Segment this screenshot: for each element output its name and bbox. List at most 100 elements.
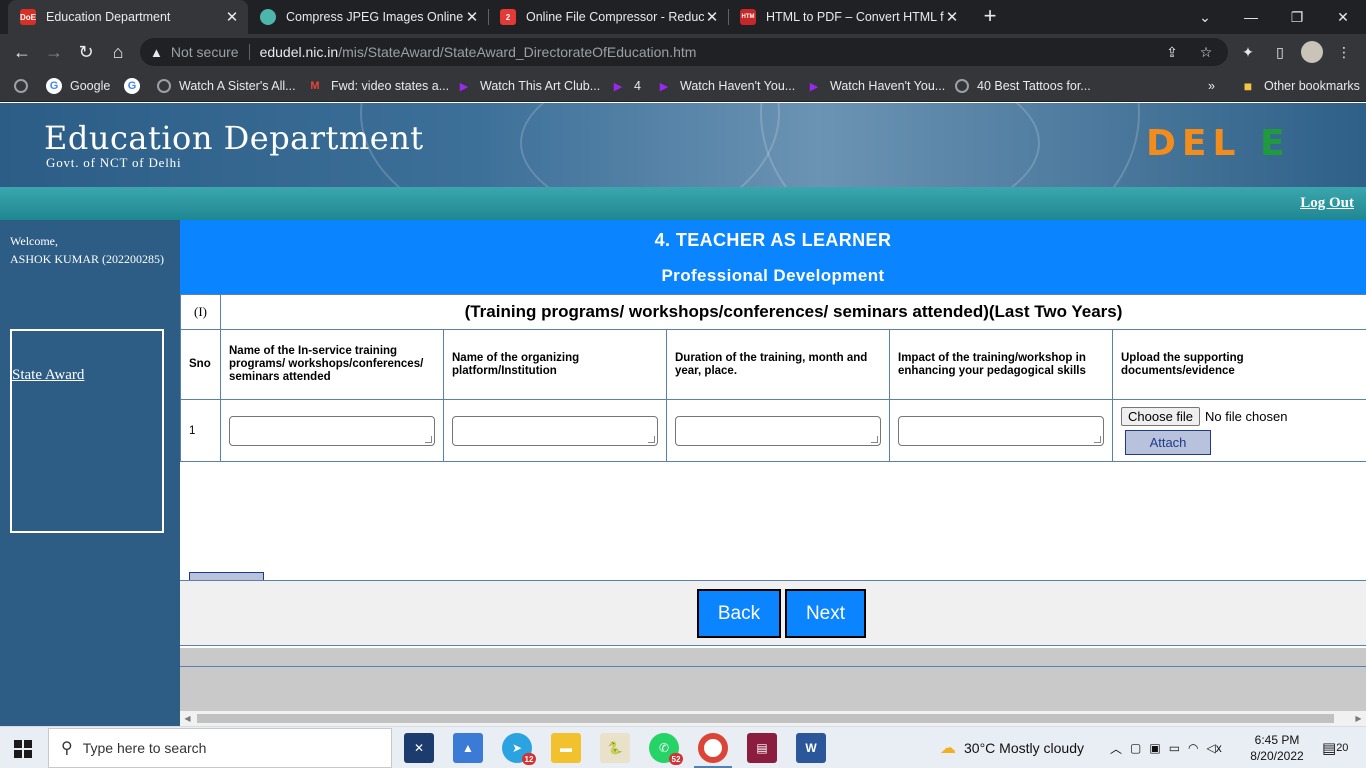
choose-file-button[interactable]: Choose file [1121, 406, 1201, 426]
notification-count: 20 [1336, 742, 1349, 754]
table-row: 1 Choose file No file chosen Attach [180, 399, 1366, 462]
site-title: Education Department [44, 119, 424, 157]
cell-training [220, 399, 444, 462]
bookmark-google[interactable]: G Google [46, 77, 110, 95]
impact-textarea[interactable] [898, 415, 1104, 446]
close-tab-icon[interactable]: ✕ [704, 8, 720, 26]
weather-widget[interactable]: ☁ 30°C Mostly cloudy [940, 727, 1084, 768]
attach-button[interactable]: Attach [1125, 429, 1211, 455]
bookmark-google-2[interactable]: G [124, 77, 148, 95]
cell-duration [666, 399, 890, 462]
bookmark-havent-you-1[interactable]: ▶ Watch Haven't You... [656, 77, 795, 95]
browser-tab-strip: DoE Education Department ✕ Compress JPEG… [0, 0, 1366, 34]
wifi-icon[interactable]: ◠ [1188, 741, 1198, 755]
scroll-right-arrow-icon[interactable]: ▶ [1351, 711, 1366, 726]
close-window-icon[interactable]: ✕ [1320, 0, 1366, 34]
bookmark-fwd-video[interactable]: M Fwd: video states a... [307, 77, 449, 95]
forward-arrow-icon[interactable]: → [42, 40, 66, 64]
clock[interactable]: 6:45 PM 8/20/2022 [1248, 732, 1306, 764]
home-icon[interactable]: ⌂ [106, 40, 130, 64]
chrome-menu-icon[interactable]: ⋮ [1332, 40, 1356, 64]
tab-title: HTML to PDF – Convert HTML fil [766, 10, 944, 24]
institution-textarea[interactable] [452, 415, 658, 446]
tab-title: Online File Compressor - Reduce [526, 10, 704, 24]
navigation-area: Back Next [180, 580, 1366, 646]
chrome-app-icon[interactable] [698, 733, 728, 763]
bookmark-tattoos[interactable]: 40 Best Tattoos for... [955, 77, 1091, 95]
reload-icon[interactable]: ↻ [74, 40, 98, 64]
back-button[interactable]: Back [697, 589, 781, 638]
tab-online-file-compressor[interactable]: 2 Online File Compressor - Reduce ✕ [488, 0, 728, 34]
bookmark-label: Fwd: video states a... [331, 79, 450, 93]
roman-numeral: (I) [180, 294, 221, 330]
side-panel-icon[interactable]: ▯ [1268, 40, 1292, 64]
close-tab-icon[interactable]: ✕ [464, 8, 480, 26]
minimize-icon[interactable]: — [1228, 0, 1274, 34]
bookmark-star-icon[interactable]: ☆ [1194, 38, 1218, 66]
python-app-icon[interactable]: 🐍 [600, 733, 630, 763]
taskbar-search[interactable]: ⚲ Type here to search [48, 728, 392, 768]
globe-icon [955, 79, 969, 93]
winrar-app-icon[interactable]: ▤ [747, 733, 777, 763]
meet-now-icon[interactable]: ▢ [1130, 741, 1141, 755]
profile-avatar[interactable] [1300, 40, 1324, 64]
logout-link[interactable]: Log Out [1300, 195, 1354, 212]
tab-html-to-pdf[interactable]: HTM HTML to PDF – Convert HTML fil ✕ [728, 0, 968, 34]
bookmark-4[interactable]: ▶ 4 [610, 77, 641, 95]
scroll-left-arrow-icon[interactable]: ◀ [180, 711, 195, 726]
compress-favicon-icon [260, 9, 276, 25]
telegram-app-icon[interactable]: ➤ 12 [502, 733, 536, 765]
divider [180, 666, 1366, 667]
duration-textarea[interactable] [675, 415, 881, 446]
volume-muted-icon[interactable]: ◁x [1207, 741, 1222, 755]
training-name-textarea[interactable] [229, 415, 435, 446]
extensions-puzzle-icon[interactable]: ✦ [1236, 40, 1260, 64]
horizontal-scrollbar[interactable]: ◀ ▶ [180, 711, 1366, 726]
restore-icon[interactable]: ❐ [1274, 0, 1320, 34]
close-tab-icon[interactable]: ✕ [944, 8, 960, 26]
security-status[interactable]: Not secure [171, 44, 239, 60]
photos-app-icon[interactable]: ▲ [453, 733, 483, 763]
column-header-training: Name of the In-service training programs… [220, 329, 444, 400]
folder-icon: ■ [1243, 78, 1253, 94]
tab-search-chevron-icon[interactable]: ⌄ [1182, 0, 1228, 34]
scrollbar-thumb[interactable] [197, 714, 1334, 723]
more-bookmarks-chevron[interactable]: » [1208, 77, 1215, 95]
sidebar: Welcome, ASHOK KUMAR (202200285) State A… [0, 220, 180, 726]
tab-compress-jpeg[interactable]: Compress JPEG Images Online ✕ [248, 0, 488, 34]
back-arrow-icon[interactable]: ← [10, 40, 34, 64]
show-hidden-icons-chevron-icon[interactable]: ︿ [1110, 740, 1122, 757]
other-bookmarks[interactable]: ■ Other bookmarks [1240, 77, 1360, 95]
notification-center[interactable]: ▤ 20 [1322, 727, 1348, 768]
bookmark-item[interactable] [14, 77, 36, 95]
notification-badge: 12 [522, 753, 536, 765]
close-tab-icon[interactable]: ✕ [224, 8, 240, 26]
tab-education-department[interactable]: DoE Education Department ✕ [8, 0, 248, 34]
file-input: Choose file No file chosen [1121, 406, 1358, 426]
address-bar[interactable]: ▲ Not secure edudel.nic.in /mis/StateAwa… [140, 38, 1228, 66]
html-pdf-favicon-icon: HTM [740, 9, 756, 25]
bookmark-label: 4 [634, 79, 641, 93]
bookmark-sister[interactable]: Watch A Sister's All... [157, 77, 296, 95]
new-tab-plus-icon[interactable]: + [977, 4, 1003, 30]
bookmark-havent-you-2[interactable]: ▶ Watch Haven't You... [806, 77, 945, 95]
next-button[interactable]: Next [785, 589, 866, 638]
share-icon[interactable]: ⇪ [1160, 38, 1184, 66]
file-explorer-icon[interactable]: ▬ [551, 733, 581, 763]
windows-start-icon[interactable] [14, 740, 32, 758]
battery-icon[interactable]: ▭ [1169, 741, 1180, 755]
xampp-app-icon[interactable]: ✕ [404, 733, 434, 763]
whatsapp-app-icon[interactable]: ✆ 52 [649, 733, 683, 765]
cell-upload: Choose file No file chosen Attach [1112, 399, 1366, 462]
table-caption-row: (I) (Training programs/ workshops/confer… [180, 294, 1366, 330]
weather-text: 30°C Mostly cloudy [964, 740, 1084, 756]
bookmark-art-club[interactable]: ▶ Watch This Art Club... [456, 77, 600, 95]
sidebar-item-state-award[interactable]: State Award [12, 367, 84, 384]
tray-app-icon[interactable]: ▣ [1149, 741, 1160, 755]
banner-swirl [760, 103, 1140, 187]
globe-icon [14, 79, 28, 93]
play-icon: ▶ [459, 80, 469, 93]
divider [248, 44, 250, 60]
word-app-icon[interactable]: W [796, 733, 826, 763]
clock-date: 8/20/2022 [1250, 749, 1304, 763]
